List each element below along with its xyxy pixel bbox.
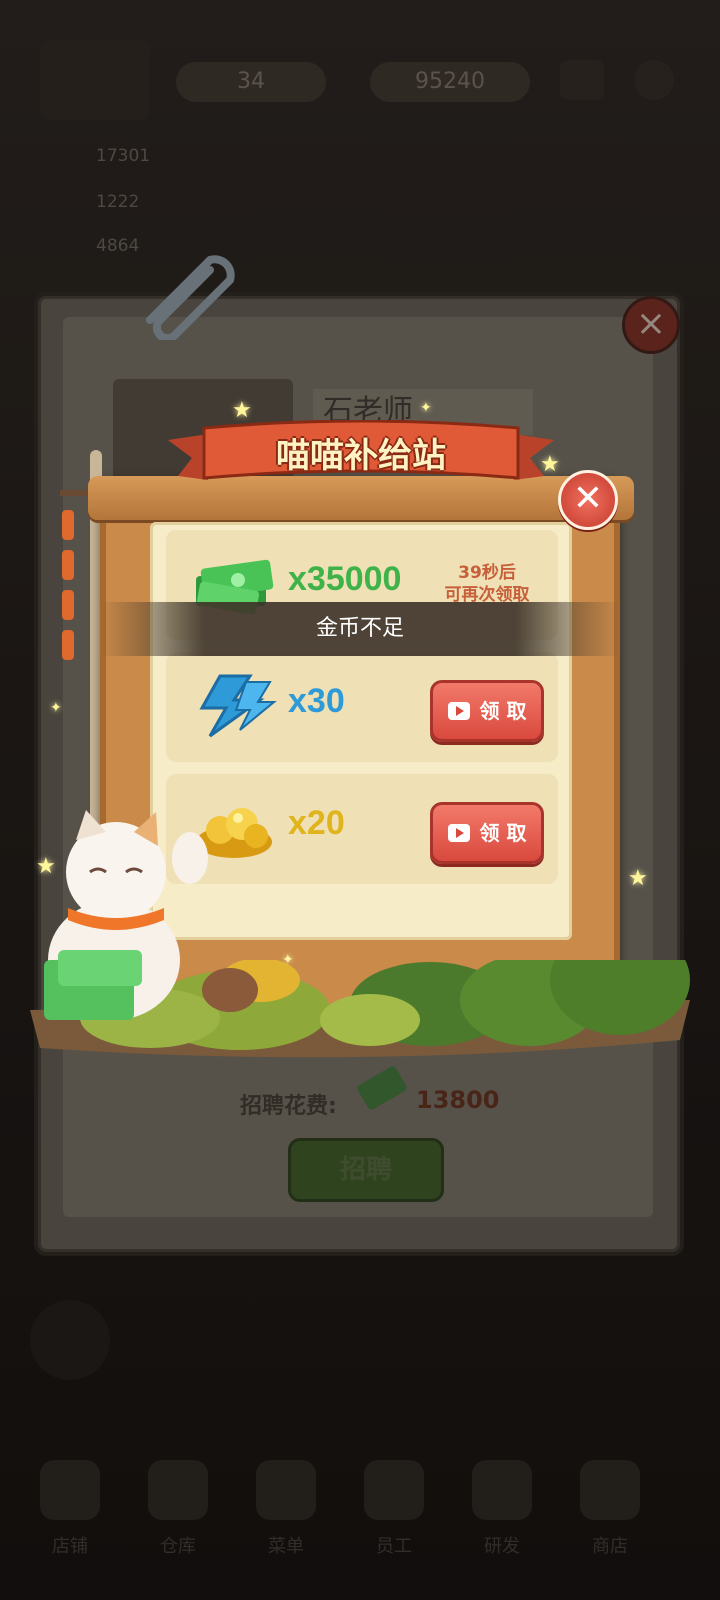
video-play-icon xyxy=(447,701,470,720)
claim-label: 领 取 xyxy=(479,821,527,845)
reward-row-energy: x30 领 取 xyxy=(166,652,558,762)
title-ribbon: 喵喵补给站 xyxy=(168,420,554,490)
sparkle-icon: ★ xyxy=(628,866,648,891)
claim-button-energy[interactable]: 领 取 xyxy=(430,680,544,742)
reward-quantity: x35000 xyxy=(288,560,402,598)
lightning-icon xyxy=(199,674,277,738)
sparkle-icon: ✦ xyxy=(420,400,432,416)
sparkle-icon: ★ xyxy=(540,452,560,477)
claim-button-gold[interactable]: 领 取 xyxy=(430,802,544,864)
claim-label: 领 取 xyxy=(479,699,527,723)
sparkle-icon: ★ xyxy=(232,398,252,423)
cooldown-text: 39秒后 可再次领取 xyxy=(422,562,552,606)
sparkle-icon: ✦ xyxy=(282,952,294,968)
supply-station-title: 喵喵补给站 xyxy=(276,436,446,476)
sparkle-icon: ✦ xyxy=(50,700,62,716)
toast-message: 金币不足 xyxy=(100,602,620,656)
lucky-cat-decoration xyxy=(44,810,208,1020)
sparkle-icon: ★ xyxy=(36,854,56,879)
reward-row-gold: x20 领 取 xyxy=(166,774,558,884)
close-button[interactable]: ✕ xyxy=(558,470,618,530)
video-play-icon xyxy=(447,823,470,842)
reward-quantity: x30 xyxy=(288,682,345,720)
cooldown-line-1: 39秒后 xyxy=(458,563,516,583)
reward-quantity: x20 xyxy=(288,804,345,842)
